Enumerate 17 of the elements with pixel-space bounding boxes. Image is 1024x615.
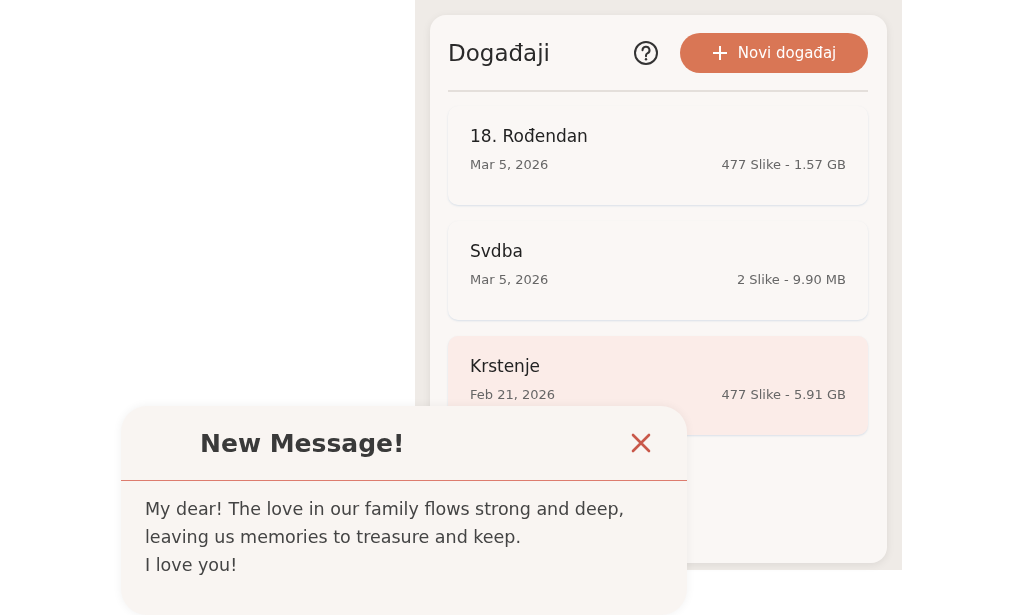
event-info: 477 Slike - 5.91 GB [721,387,846,402]
plus-icon [711,45,728,61]
event-info: 2 Slike - 9.90 MB [736,272,846,287]
event-item[interactable]: Svdba Mar 5, 2026 2 Slike - 9.90 MB [448,221,868,320]
event-name: Krstenje [470,356,542,376]
event-date: Mar 5, 2026 [470,157,549,172]
events-title: Događaji [448,40,551,66]
message-title: New Message! [200,428,405,458]
event-info: 477 Slike - 1.57 GB [721,157,846,172]
help-icon[interactable] [633,40,659,66]
event-item[interactable]: 18. Rođendan Mar 5, 2026 477 Slike - 1.57 GB [448,106,868,205]
event-name: 18. Rođendan [470,126,589,146]
message-text: My dear! The love in our family flows strong and deep, leaving us memories to treasure and keep. I love you! [145,498,626,577]
event-date: Mar 5, 2026 [470,272,549,287]
event-name: Svdba [470,241,524,261]
close-icon[interactable] [631,433,651,453]
event-date: Feb 21, 2026 [470,387,556,402]
